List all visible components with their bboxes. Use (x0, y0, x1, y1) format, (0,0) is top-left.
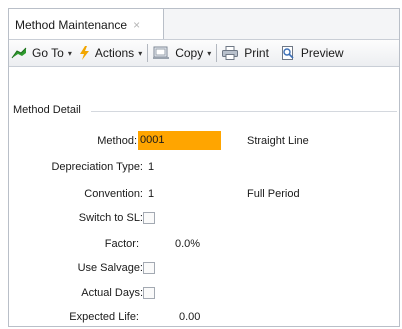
factor-label: Factor: (104, 238, 139, 250)
depreciation-type-label: Depreciation Type: (51, 161, 143, 173)
tab-title: Method Maintenance (15, 18, 128, 32)
method-field[interactable]: 0001 (138, 131, 221, 150)
expected-life-value: 0.00 (179, 311, 201, 323)
expected-life-label: Expected Life: (69, 311, 139, 323)
use-salvage-label: Use Salvage: (77, 262, 143, 274)
goto-dropdown-icon: ▾ (67, 48, 72, 58)
print-label: Print (244, 46, 269, 60)
toolbar: Go To ▾ Actions ▾ Copy ▾ Print Preview (9, 39, 399, 67)
group-title: Method Detail (13, 104, 85, 116)
actual-days-label: Actual Days: (81, 287, 143, 299)
method-description: Straight Line (247, 135, 309, 147)
goto-label: Go To (32, 46, 64, 60)
method-maintenance-window: Method Maintenance × Go To ▾ Actions ▾ C… (8, 8, 400, 327)
printer-icon (222, 46, 239, 60)
depreciation-type-value: 1 (148, 161, 155, 173)
convention-description: Full Period (247, 188, 300, 200)
copy-button[interactable]: Copy ▾ (153, 40, 211, 66)
actions-dropdown-icon: ▾ (138, 48, 143, 58)
preview-label: Preview (300, 46, 344, 60)
copy-icon (153, 46, 170, 60)
actions-label: Actions (94, 46, 135, 60)
copy-label: Copy (175, 46, 204, 60)
toolbar-separator (216, 44, 218, 62)
switch-to-sl-label: Switch to SL: (78, 212, 143, 224)
goto-button[interactable]: Go To ▾ (11, 40, 72, 66)
switch-to-sl-checkbox[interactable] (143, 212, 155, 224)
actions-button[interactable]: Actions ▾ (79, 40, 143, 66)
actual-days-checkbox[interactable] (143, 287, 155, 299)
method-label: Method: (97, 135, 137, 147)
print-button[interactable]: Print (222, 40, 269, 66)
lightning-icon (79, 46, 89, 60)
preview-button[interactable]: Preview (281, 40, 344, 66)
factor-value: 0.0% (175, 238, 201, 250)
convention-label: Convention: (84, 188, 143, 200)
tab-method-maintenance[interactable]: Method Maintenance × (9, 9, 164, 39)
goto-arrow-icon (11, 47, 27, 59)
toolbar-separator (147, 44, 149, 62)
tab-strip: Method Maintenance × (9, 9, 399, 39)
copy-dropdown-icon: ▾ (207, 48, 212, 58)
use-salvage-checkbox[interactable] (143, 262, 155, 274)
method-detail-panel: Method Detail Method: 0001 Straight Line… (9, 67, 399, 326)
preview-icon (281, 46, 295, 60)
close-tab-icon[interactable]: × (133, 18, 140, 32)
convention-value: 1 (148, 188, 155, 200)
group-divider (91, 111, 397, 112)
